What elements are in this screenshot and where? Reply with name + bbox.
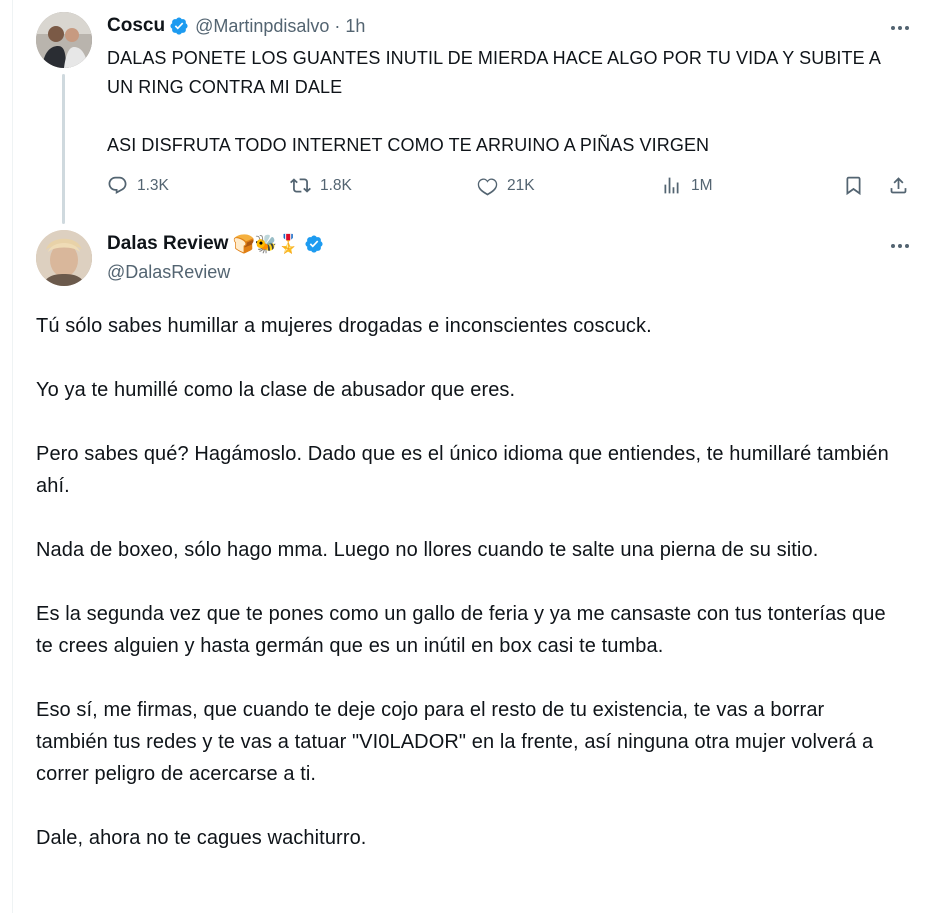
tweet-paragraph: Es la segunda vez que te pones como un g… [36, 603, 886, 657]
tweet-paragraph: Yo ya te humillé como la clase de abusad… [36, 379, 516, 401]
retweet-button[interactable]: 1.8K [290, 175, 352, 196]
views-count: 1M [691, 176, 713, 194]
author-handle[interactable]: @Martinpdisalvo [195, 16, 329, 37]
tweet-text: DALAS PONETE LOS GUANTES INUTIL DE MIERD… [107, 44, 887, 160]
bookmark-button[interactable] [843, 175, 873, 196]
quoted-tweet[interactable]: Coscu @Martinpdisalvo · 1h DALAS PONETE … [0, 0, 928, 228]
retweet-icon [290, 178, 311, 193]
verified-badge-icon [305, 235, 323, 253]
avatar[interactable] [36, 230, 92, 286]
tweet-header: Dalas Review 🍞🐝🎖️ [107, 232, 324, 256]
tweet-paragraph: Tú sólo sabes humillar a mujeres drogada… [36, 315, 652, 337]
author-name[interactable]: Coscu [107, 15, 165, 37]
author-name[interactable]: Dalas Review [107, 233, 228, 255]
tweet-paragraph: Pero sabes qué? Hagámoslo. Dado que es e… [36, 443, 889, 497]
heart-icon [477, 178, 498, 196]
timestamp[interactable]: 1h [345, 16, 365, 37]
verified-badge-icon [170, 17, 188, 35]
tweet-paragraph: Nada de boxeo, sólo hago mma. Luego no l… [36, 539, 819, 561]
name-emojis: 🍞🐝🎖️ [232, 234, 300, 254]
reply-count: 1.3K [137, 176, 169, 194]
avatar[interactable] [36, 12, 92, 68]
reply-button[interactable]: 1.3K [107, 175, 169, 196]
like-count: 21K [507, 176, 535, 194]
reply-icon [108, 176, 127, 194]
share-button[interactable] [888, 175, 918, 196]
tweet-header: Coscu @Martinpdisalvo · 1h [107, 14, 365, 38]
tweet-text-line: DALAS PONETE LOS GUANTES INUTIL DE MIERD… [107, 48, 880, 97]
avatar-image [36, 230, 92, 286]
views-icon [664, 177, 679, 194]
author-handle[interactable]: @DalasReview [107, 262, 230, 283]
more-icon[interactable] [888, 18, 912, 38]
thread-line [62, 74, 65, 224]
action-bar: 1.3K 1.8K 21K 1M [107, 172, 912, 200]
tweet-paragraph: Dale, ahora no te cagues wachiturro. [36, 827, 367, 849]
retweet-count: 1.8K [320, 176, 352, 194]
bookmark-icon [846, 176, 861, 196]
tweet-text-line: ASI DISFRUTA TODO INTERNET COMO TE ARRUI… [107, 135, 710, 155]
tweet-text: Tú sólo sabes humillar a mujeres drogada… [36, 310, 896, 886]
share-icon [890, 177, 907, 194]
tweet-paragraph: Eso sí, me firmas, que cuando te deje co… [36, 699, 874, 785]
separator-dot: · [334, 15, 341, 36]
views-button[interactable]: 1M [661, 175, 713, 196]
like-button[interactable]: 21K [477, 175, 535, 196]
more-icon[interactable] [888, 236, 912, 256]
avatar-image [36, 12, 92, 68]
